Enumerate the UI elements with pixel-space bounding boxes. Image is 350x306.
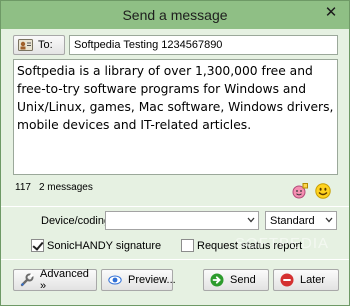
preview-button[interactable]: Preview... (101, 269, 176, 291)
chevron-down-icon (247, 217, 255, 223)
later-button-label: Later (300, 274, 326, 286)
watermark: SOFTPEDIA (235, 235, 330, 252)
preview-button-label: Preview... (128, 274, 176, 286)
recipient-field[interactable]: Softpedia Testing 1234567890 (69, 35, 338, 55)
encoding-select-value: Standard (270, 215, 315, 227)
chevron-down-icon (325, 217, 333, 223)
checkbox-unchecked[interactable] (181, 239, 194, 252)
to-button[interactable]: To: (13, 35, 65, 55)
checkbox-checked[interactable] (31, 239, 44, 252)
divider (1, 206, 349, 207)
close-icon[interactable]: ✕ (318, 3, 344, 21)
device-select[interactable] (105, 211, 259, 230)
char-count: 117 (15, 182, 31, 193)
send-button[interactable]: Send (203, 269, 269, 291)
sonic-signature-label: SonicHANDY signature (47, 239, 162, 252)
sonic-signature-checkbox[interactable]: SonicHANDY signature (31, 239, 161, 252)
emoticon-add-icon[interactable] (292, 183, 308, 199)
message-body[interactable]: Softpedia is a library of over 1,300,000… (13, 59, 338, 175)
title-bar: Send a message ✕ (1, 1, 349, 29)
contact-card-icon (18, 39, 33, 51)
arrow-right-icon (210, 273, 224, 287)
advanced-button-label: Advanced » (40, 268, 89, 292)
divider (1, 259, 349, 260)
message-count: 2 messages (38, 182, 93, 193)
later-button[interactable]: Later (273, 269, 339, 291)
stop-icon (280, 273, 294, 287)
wrench-icon (20, 273, 34, 287)
advanced-button[interactable]: Advanced » (13, 268, 97, 292)
to-button-label: To: (38, 39, 53, 51)
device-coding-label: Device/coding: (41, 215, 114, 227)
message-counter: 117 2 messages (15, 182, 93, 193)
eye-icon (108, 275, 122, 285)
smiley-icon[interactable] (315, 183, 331, 199)
send-message-window: Send a message ✕ To: Softpedia Testing 1… (0, 0, 350, 306)
window-title: Send a message (122, 7, 228, 23)
encoding-select[interactable]: Standard (265, 211, 337, 230)
send-button-label: Send (230, 274, 256, 286)
